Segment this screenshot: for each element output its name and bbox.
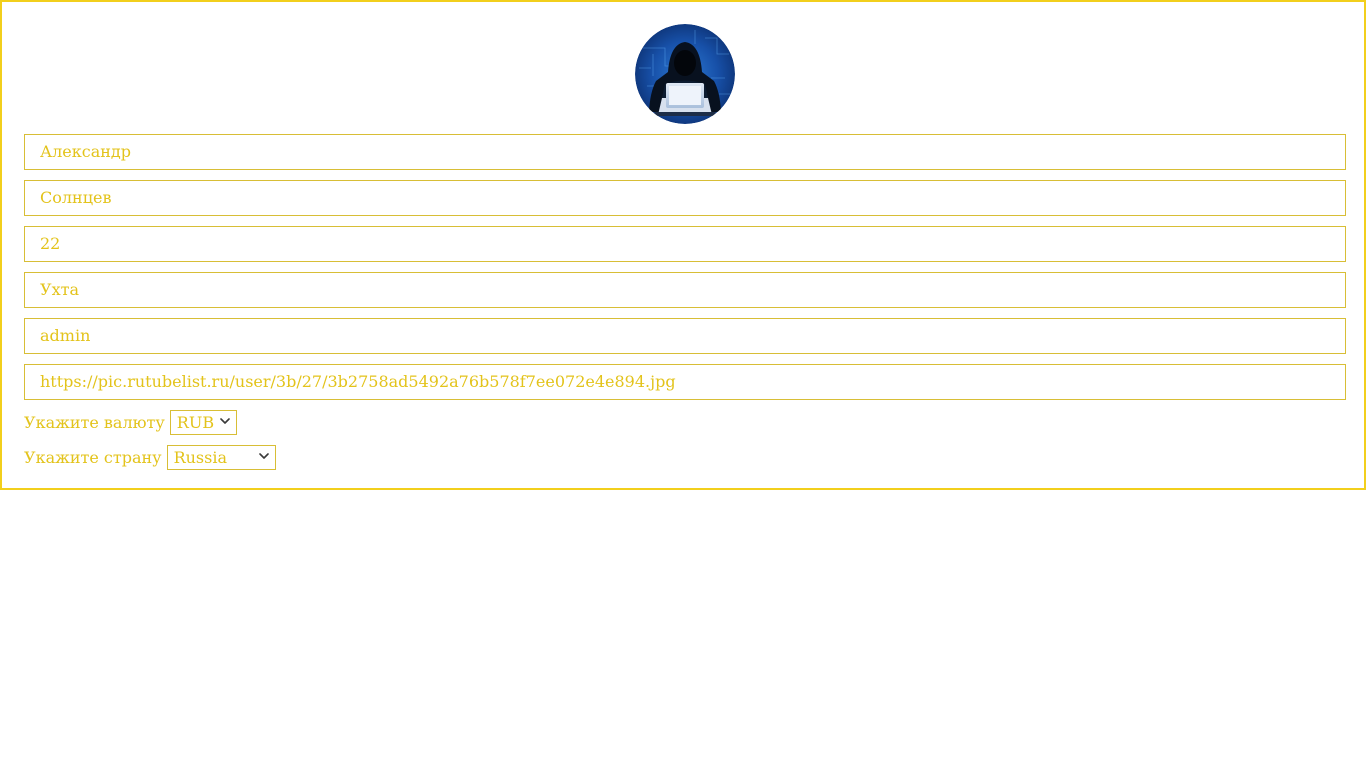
currency-label: Укажите валюту bbox=[24, 413, 165, 432]
role-field[interactable]: admin bbox=[24, 318, 1346, 354]
currency-select[interactable]: RUB bbox=[169, 410, 237, 435]
chevron-down-icon bbox=[219, 418, 230, 424]
currency-selected-value: RUB bbox=[176, 413, 215, 432]
hacker-avatar-icon bbox=[635, 24, 735, 124]
country-select[interactable]: Russia bbox=[166, 445, 276, 470]
first-name-field[interactable]: Александр bbox=[24, 134, 1346, 170]
avatar bbox=[635, 24, 735, 124]
chevron-down-icon bbox=[258, 453, 269, 459]
country-label: Укажите страну bbox=[24, 448, 162, 467]
age-field[interactable]: 22 bbox=[24, 226, 1346, 262]
country-row: Укажите страну Russia bbox=[24, 445, 276, 470]
currency-row: Укажите валюту RUB bbox=[24, 410, 237, 435]
city-field[interactable]: Ухта bbox=[24, 272, 1346, 308]
avatar-url-field[interactable]: https://pic.rutubelist.ru/user/3b/27/3b2… bbox=[24, 364, 1346, 400]
last-name-field[interactable]: Солнцев bbox=[24, 180, 1346, 216]
profile-card: Александр Солнцев 22 Ухта admin https://… bbox=[0, 0, 1366, 490]
country-selected-value: Russia bbox=[173, 448, 227, 467]
